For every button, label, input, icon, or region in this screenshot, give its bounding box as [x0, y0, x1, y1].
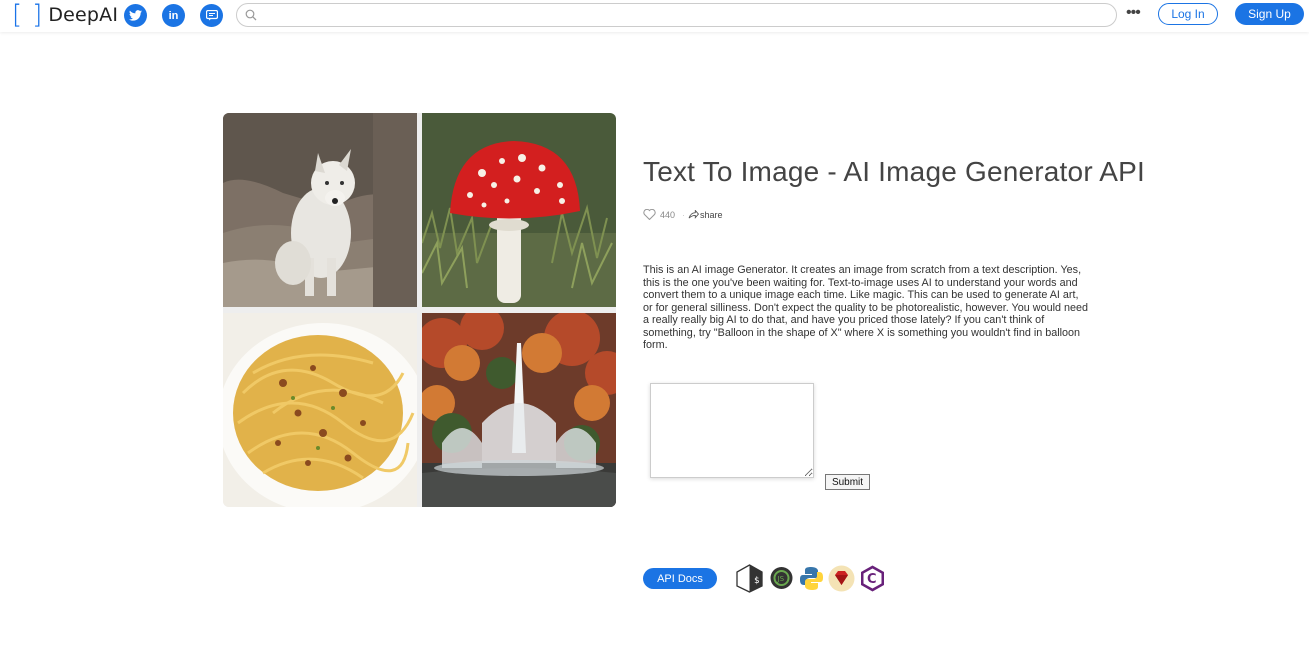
- svg-text:JS: JS: [777, 575, 785, 583]
- svg-text:C: C: [867, 572, 877, 587]
- pasta-image[interactable]: [223, 313, 417, 507]
- share-icon[interactable]: [688, 210, 700, 219]
- signup-button[interactable]: Sign Up: [1235, 3, 1304, 25]
- csharp-icon[interactable]: C: [858, 564, 887, 593]
- red-mushroom-image[interactable]: [422, 113, 616, 307]
- share-link[interactable]: share: [700, 210, 723, 220]
- submit-button[interactable]: Submit: [825, 474, 870, 490]
- white-wolf-image[interactable]: [223, 113, 417, 307]
- chat-icon[interactable]: [200, 4, 223, 27]
- like-count: 440: [660, 209, 676, 220]
- shell-icon[interactable]: $: [735, 564, 764, 593]
- search-icon: [245, 9, 257, 21]
- more-options-icon[interactable]: •••: [1126, 4, 1141, 22]
- logo-bracket-right: ]: [32, 0, 43, 30]
- prompt-textarea[interactable]: [650, 383, 814, 478]
- svg-text:$: $: [754, 576, 759, 586]
- deepai-logo[interactable]: [ ] DeepAI: [12, 2, 118, 28]
- ruby-icon[interactable]: [827, 564, 856, 593]
- search-bar: [236, 3, 1117, 27]
- top-navbar: [ ] DeepAI in ••• Log In Sign Up: [0, 0, 1309, 32]
- linkedin-glyph: in: [168, 9, 179, 22]
- twitter-icon[interactable]: [124, 4, 147, 27]
- nodejs-icon[interactable]: JS: [767, 564, 796, 593]
- meta-separator: ·: [682, 209, 686, 220]
- search-input[interactable]: [263, 6, 1107, 26]
- page-title: Text To Image - AI Image Generator API: [643, 156, 1146, 187]
- fountain-image[interactable]: [422, 313, 616, 507]
- logo-text: DeepAI: [48, 4, 119, 26]
- example-image-grid: [223, 113, 616, 507]
- description-text: This is an AI image Generator. It create…: [643, 264, 1089, 351]
- logo-bracket-left: [: [12, 0, 23, 30]
- login-button[interactable]: Log In: [1158, 3, 1218, 25]
- linkedin-icon[interactable]: in: [162, 4, 185, 27]
- python-icon[interactable]: [797, 564, 826, 593]
- heart-icon[interactable]: [643, 209, 656, 220]
- api-docs-button[interactable]: API Docs: [643, 568, 717, 589]
- post-meta: 440 · share: [643, 209, 723, 220]
